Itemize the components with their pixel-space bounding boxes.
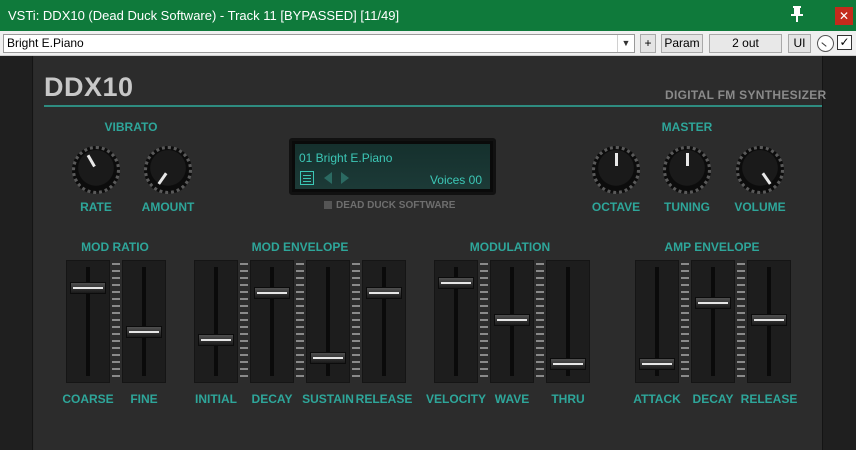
ui-button[interactable]: UI xyxy=(788,34,811,53)
right-side-panel xyxy=(822,56,856,450)
preset-dropdown[interactable]: Bright E.Piano ▼ xyxy=(3,34,635,53)
slider-handle[interactable] xyxy=(751,313,787,326)
slider-handle[interactable] xyxy=(126,325,162,338)
tuning-knob[interactable] xyxy=(663,146,711,194)
duck-icon xyxy=(324,201,332,209)
prev-preset-icon[interactable] xyxy=(324,172,332,184)
plugin-brand: DDX10 xyxy=(44,72,134,102)
slider-handle[interactable] xyxy=(310,351,346,364)
menu-icon[interactable] xyxy=(300,171,314,185)
tuning-label: TUNING xyxy=(664,200,710,214)
slider-handle[interactable] xyxy=(198,333,234,346)
preset-display: 01 Bright E.Piano Voices 00 xyxy=(289,138,496,195)
knob-indicator xyxy=(614,153,618,166)
decay-label: DECAY xyxy=(251,392,293,406)
octave-label: OCTAVE xyxy=(591,200,641,214)
param-button[interactable]: Param xyxy=(661,34,703,53)
preset-dropdown-value: Bright E.Piano xyxy=(7,36,84,50)
slider-scale xyxy=(112,263,120,381)
thru-label: THRU xyxy=(551,392,585,406)
rate-label: RATE xyxy=(80,200,112,214)
release-slider[interactable] xyxy=(362,260,406,383)
thru-slider[interactable] xyxy=(546,260,590,383)
display-voices: Voices 00 xyxy=(429,173,482,187)
octave-knob[interactable] xyxy=(592,146,640,194)
slider-handle[interactable] xyxy=(695,296,731,309)
fine-label: FINE xyxy=(130,392,158,406)
rate-knob[interactable] xyxy=(72,146,120,194)
slider-scale xyxy=(296,263,304,381)
add-preset-button[interactable]: + xyxy=(640,34,656,53)
slider-handle[interactable] xyxy=(70,282,106,295)
decay-slider[interactable] xyxy=(250,260,294,383)
amp-release-slider[interactable] xyxy=(747,260,791,383)
slider-scale xyxy=(681,263,689,381)
amp-decay-label: DECAY xyxy=(692,392,734,406)
company-logo: DEAD DUCK SOFTWARE xyxy=(324,200,455,211)
initial-label: INITIAL xyxy=(195,392,237,406)
slider-scale xyxy=(352,263,360,381)
release-label: RELEASE xyxy=(355,392,413,406)
attack-slider[interactable] xyxy=(635,260,679,383)
volume-knob[interactable] xyxy=(736,146,784,194)
window-title: VSTi: DDX10 (Dead Duck Software) - Track… xyxy=(8,8,400,23)
section-master: MASTER xyxy=(661,120,713,134)
pin-icon[interactable] xyxy=(788,4,806,24)
wet-dry-knob-icon[interactable] xyxy=(817,35,834,52)
slider-scale xyxy=(536,263,544,381)
amount-label: AMOUNT xyxy=(141,200,195,214)
coarse-label: COARSE xyxy=(62,392,114,406)
slider-handle[interactable] xyxy=(494,313,530,326)
section-modulation: MODULATION xyxy=(469,240,551,254)
slider-handle[interactable] xyxy=(366,286,402,299)
left-side-panel xyxy=(0,56,33,450)
knob-indicator xyxy=(761,172,771,185)
initial-slider[interactable] xyxy=(194,260,238,383)
company-name: DEAD DUCK SOFTWARE xyxy=(336,200,456,211)
slider-scale xyxy=(737,263,745,381)
knob-indicator xyxy=(157,172,167,185)
wave-slider[interactable] xyxy=(490,260,534,383)
output-button[interactable]: 2 out xyxy=(709,34,782,53)
chevron-down-icon[interactable]: ▼ xyxy=(617,35,634,52)
section-mod-envelope: MOD ENVELOPE xyxy=(251,240,349,254)
coarse-slider[interactable] xyxy=(66,260,110,383)
header-divider xyxy=(44,105,822,107)
slider-scale xyxy=(480,263,488,381)
knob-indicator xyxy=(685,153,689,166)
close-button[interactable]: ✕ xyxy=(835,7,853,25)
amount-knob[interactable] xyxy=(144,146,192,194)
section-amp-envelope: AMP ENVELOPE xyxy=(664,240,760,254)
slider-handle[interactable] xyxy=(254,286,290,299)
knob-indicator xyxy=(86,154,96,168)
display-preset-name: 01 Bright E.Piano xyxy=(299,151,393,165)
amp-release-label: RELEASE xyxy=(740,392,798,406)
attack-label: ATTACK xyxy=(633,392,681,406)
velocity-slider[interactable] xyxy=(434,260,478,383)
volume-label: VOLUME xyxy=(734,200,786,214)
host-toolbar: Bright E.Piano ▼ + Param 2 out UI ✓ xyxy=(0,31,856,56)
amp-decay-slider[interactable] xyxy=(691,260,735,383)
sustain-slider[interactable] xyxy=(306,260,350,383)
section-mod-ratio: MOD RATIO xyxy=(81,240,149,254)
slider-handle[interactable] xyxy=(438,277,474,289)
slider-handle[interactable] xyxy=(550,358,586,370)
fine-slider[interactable] xyxy=(122,260,166,383)
title-bar: VSTi: DDX10 (Dead Duck Software) - Track… xyxy=(0,0,856,31)
plugin-subtitle: DIGITAL FM SYNTHESIZER xyxy=(665,88,827,102)
enable-checkbox[interactable]: ✓ xyxy=(837,35,852,50)
wave-label: WAVE xyxy=(494,392,530,406)
next-preset-icon[interactable] xyxy=(341,172,349,184)
slider-handle[interactable] xyxy=(639,358,675,370)
sustain-label: SUSTAIN xyxy=(302,392,354,406)
velocity-label: VELOCITY xyxy=(425,392,487,406)
section-vibrato: VIBRATO xyxy=(104,120,158,134)
slider-scale xyxy=(240,263,248,381)
